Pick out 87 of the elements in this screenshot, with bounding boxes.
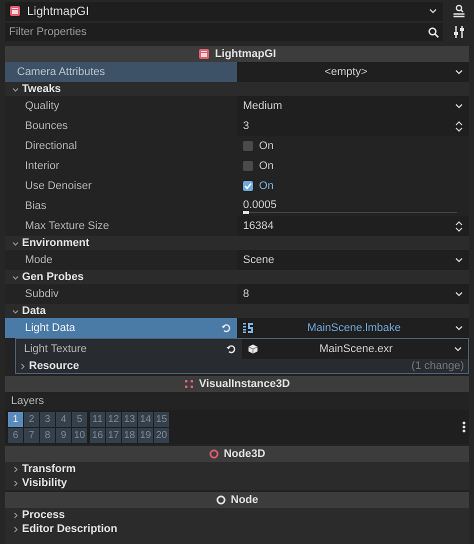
checkbox-label: On [259,160,275,172]
spinner-arrows-icon [455,120,463,132]
chevron-icon [455,291,463,297]
lightmap-icon [9,5,21,17]
chevron-icon [455,103,463,109]
group-header[interactable]: Tweaks [5,82,469,96]
layer-toggle[interactable]: 12 [106,412,121,426]
magnifier-document-icon [452,4,466,18]
layer-toggle[interactable]: 8 [40,428,55,442]
ring-icon [208,449,219,459]
number-field[interactable]: 3 [237,116,469,136]
group-header[interactable]: Data [5,304,469,318]
chevron-icon [455,325,463,331]
chevron-icon [429,8,437,14]
layer-toggle[interactable]: 17 [106,428,121,442]
layer-toggle[interactable]: 2 [24,412,39,426]
search-field[interactable]: Filter Properties [5,23,443,41]
group-header[interactable]: Editor Description [5,522,469,536]
check-icon [244,182,252,190]
property-label[interactable]: Light Data [5,318,237,338]
layer-toggle[interactable]: 7 [24,428,39,442]
dropdown[interactable]: Medium [237,96,469,116]
property-label: Interior [25,160,60,172]
dropdown[interactable]: Scene [237,250,469,270]
dropdown[interactable]: 8 [237,284,469,304]
layer-toggle[interactable]: 3 [40,412,55,426]
sliders-icon [453,26,465,38]
property-label: Quality [25,100,60,112]
property-label: Directional [25,140,78,152]
layer-toggle[interactable]: 14 [138,412,153,426]
chevron-icon [455,257,463,263]
resource-picker[interactable]: <empty> [237,62,469,82]
layer-toggle[interactable]: 5 [72,412,87,426]
checkbox[interactable] [243,181,253,191]
group-header[interactable]: Resource (1 change) [16,359,468,373]
resource-picker[interactable]: MainScene.exr [242,339,468,359]
group-header[interactable]: Gen Probes [5,270,469,284]
layer-toggle[interactable]: 10 [72,428,87,442]
chevron-icon [454,346,462,352]
property-label[interactable]: Camera Attributes [5,62,237,82]
property-label: Subdiv [25,288,60,300]
property-label: Max Texture Size [25,220,110,232]
search-icon [428,26,439,38]
group-header[interactable]: Environment [5,236,469,250]
layer-toggle[interactable]: 6 [8,428,23,442]
layer-toggle[interactable]: 19 [138,428,153,442]
checkbox[interactable] [243,161,253,171]
section-title: LightmapGI [214,48,276,60]
layer-toggle[interactable]: 16 [90,428,105,442]
revert-icon[interactable] [226,344,236,354]
property-label: Mode [25,254,54,266]
group-header[interactable]: Transform [5,462,469,476]
layer-toggle[interactable]: 18 [122,428,137,442]
property-label: Light Texture [24,343,88,355]
layer-toggle[interactable]: 20 [154,428,169,442]
checkbox-label: On [259,180,275,192]
slider[interactable]: 0.0005 [243,199,463,213]
change-count: (1 change) [411,360,465,372]
layer-toggle[interactable]: 13 [122,412,137,426]
more-icon[interactable] [462,421,466,433]
property-label: Bias [25,200,48,212]
resource-picker[interactable]: MainScene.lmbake [237,318,469,338]
layer-toggle[interactable]: 15 [154,412,169,426]
layer-toggle[interactable]: 9 [56,428,71,442]
layer-toggle[interactable]: 1 [8,412,23,426]
lightmap-icon [198,48,210,60]
checkbox[interactable] [243,141,253,151]
cube-icon [248,344,258,354]
checkbox-label: On [259,140,275,152]
property-label: Use Denoiser [25,180,93,192]
property-label: Layers [10,394,46,409]
section-title: Node3D [224,448,266,460]
bar-chart-icon [243,323,253,333]
section-title: Node [230,494,258,506]
spinner-arrows-icon [455,220,463,232]
group-header[interactable]: Visibility [5,476,469,490]
group-header[interactable]: Process [5,508,469,522]
search-input[interactable]: Filter Properties [9,26,428,38]
ring-icon [216,495,226,505]
number-field[interactable]: 16384 [237,216,469,236]
node-selector[interactable]: LightmapGI [5,2,443,20]
chevron-icon [455,69,463,75]
layer-toggle[interactable]: 11 [90,412,105,426]
section-title: VisualInstance3D [199,378,290,390]
dots-icon [184,379,194,389]
layer-toggle[interactable]: 4 [56,412,71,426]
property-label: Bounces [25,120,69,132]
